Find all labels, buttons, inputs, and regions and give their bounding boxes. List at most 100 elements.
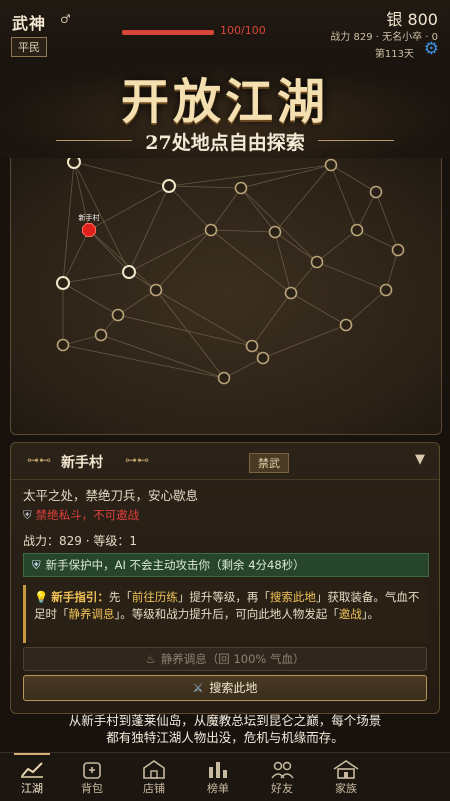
map-node[interactable] xyxy=(391,243,405,257)
gear-icon[interactable]: ⚙ xyxy=(424,41,439,58)
location-header[interactable]: ⊶⊷ 新手村 ⊶⊷ 禁武 ▼ xyxy=(11,443,439,480)
map-route xyxy=(210,229,276,233)
map-node[interactable] xyxy=(339,318,353,332)
map-node[interactable] xyxy=(350,223,364,237)
map-node[interactable] xyxy=(234,181,248,195)
newbie-tip-box: 💡 新手指引：先「前往历练」提升等级，再「搜索此地」获取装备。气血不足时「静养调息… xyxy=(23,585,428,643)
nav-label: 背包 xyxy=(81,782,103,795)
map-route xyxy=(262,324,347,359)
map-node[interactable] xyxy=(324,158,338,172)
search-button-label: 搜索此地 xyxy=(209,681,258,695)
friends-icon xyxy=(271,761,294,779)
location-rule: ⛨ 禁绝私斗，不可邀战 xyxy=(23,507,139,523)
nav-item-jianghu[interactable]: 江湖 xyxy=(0,753,64,801)
map-route xyxy=(274,164,332,233)
shield-icon: ⛨ xyxy=(32,558,41,572)
map-route xyxy=(210,187,242,231)
map-node[interactable] xyxy=(369,185,383,199)
hp-text: 100/100 xyxy=(220,24,266,37)
nav-label: 好友 xyxy=(271,782,293,795)
map-node[interactable] xyxy=(268,225,282,239)
map-route xyxy=(88,229,130,273)
nav-item-ranking[interactable]: 榜单 xyxy=(186,753,250,801)
map-node-label: 新手村 xyxy=(79,213,100,222)
map-node[interactable] xyxy=(284,286,298,300)
map-route xyxy=(330,164,377,193)
shop-icon xyxy=(143,760,165,779)
map-node[interactable] xyxy=(162,179,176,193)
map-node[interactable] xyxy=(67,158,81,169)
promo-line-1: 从新手村到蓬莱仙岛，从魔教总坛到昆仑之巅，每个场景 xyxy=(68,713,382,728)
map-route xyxy=(240,164,332,189)
nav-label: 江湖 xyxy=(21,782,43,795)
map-route xyxy=(168,164,332,187)
tip-highlight: 前往历练 xyxy=(131,590,178,604)
map-node-current[interactable] xyxy=(82,223,96,237)
map-node[interactable] xyxy=(217,371,231,385)
player-name: 武神 xyxy=(12,14,47,33)
clan-house-icon xyxy=(333,760,359,779)
promo-line-2: 都有独特江湖人物出没，危机与机缘而存。 xyxy=(106,730,344,745)
map-node[interactable] xyxy=(204,223,218,237)
nav-item-clan[interactable]: 家族 xyxy=(314,753,378,801)
hero-banner: 开放江湖 27处地点自由探索 xyxy=(0,62,450,158)
hp-bar-fill xyxy=(122,30,214,35)
map-route xyxy=(210,229,292,294)
map-node[interactable] xyxy=(245,339,259,353)
map-route xyxy=(62,271,130,284)
map-route xyxy=(345,289,387,326)
shield-icon: ⛨ xyxy=(23,508,32,522)
tip-highlight: 静养调息 xyxy=(68,607,115,621)
backpack-icon xyxy=(83,762,101,779)
ornament-left-icon: ⊶⊷ xyxy=(27,453,51,467)
location-description: 太平之处，禁绝刀兵，安心歇息 xyxy=(23,488,199,503)
tip-highlight: 搜索此地 xyxy=(269,590,316,604)
tip-text-part: 先「 xyxy=(108,590,132,604)
map-node[interactable] xyxy=(256,351,270,365)
search-location-button[interactable]: ⚔ 搜索此地 xyxy=(23,675,427,701)
map-route xyxy=(240,187,318,263)
tip-text-part: 」。 xyxy=(361,607,379,621)
meditate-icon: ♨ xyxy=(145,652,156,666)
crossed-swords-icon: ⚔ xyxy=(192,681,204,695)
world-map[interactable]: 新手村 xyxy=(10,158,442,435)
hp-bar xyxy=(122,30,214,35)
map-route xyxy=(274,231,292,294)
map-node[interactable] xyxy=(310,255,324,269)
nav-item-shop[interactable]: 店铺 xyxy=(122,753,186,801)
map-node[interactable] xyxy=(379,283,393,297)
tip-text-part: 」提升等级，再「 xyxy=(177,590,270,604)
map-route xyxy=(155,289,253,347)
map-canvas[interactable]: 新手村 xyxy=(11,158,441,434)
newbie-tip-text: 💡 新手指引：先「前往历练」提升等级，再「搜索此地」获取装备。气血不足时「静养调息… xyxy=(34,589,422,623)
tip-highlight: 邀战 xyxy=(338,607,362,621)
map-node[interactable] xyxy=(56,338,70,352)
hero-subtitle-wrap: 27处地点自由探索 xyxy=(0,128,450,154)
map-node[interactable] xyxy=(122,265,136,279)
promo-text: 从新手村到蓬莱仙岛，从魔教总坛到昆仑之巅，每个场景 都有独特江湖人物出没，危机与… xyxy=(0,712,450,746)
nav-item-friends[interactable]: 好友 xyxy=(250,753,314,801)
map-node[interactable] xyxy=(94,328,108,342)
nav-item-backpack[interactable]: 背包 xyxy=(60,753,124,801)
map-node[interactable] xyxy=(56,276,70,290)
ranking-icon xyxy=(209,762,227,778)
map-node[interactable] xyxy=(111,308,125,322)
map-route xyxy=(316,229,358,263)
map-node[interactable] xyxy=(149,283,163,297)
male-symbol-icon: ♂ xyxy=(60,12,71,26)
chevron-down-icon[interactable]: ▼ xyxy=(415,452,425,467)
map-route xyxy=(168,185,242,189)
rank-badge: 平民 xyxy=(11,37,47,57)
location-name: 新手村 xyxy=(61,455,103,471)
map-route xyxy=(88,229,157,291)
map-route xyxy=(128,185,170,273)
ornament-right-icon: ⊶⊷ xyxy=(125,453,149,467)
day-counter: 第113天 xyxy=(374,49,414,60)
divider-right xyxy=(318,140,394,141)
player-stats: 战力：829 · 等级：1 xyxy=(23,534,137,548)
silver-balance: 银 800 xyxy=(386,10,438,29)
map-route xyxy=(117,289,157,316)
map-route xyxy=(62,282,119,316)
rest-button[interactable]: ♨ 静养调息（回 100% 气血） xyxy=(23,647,427,671)
map-route xyxy=(290,292,347,326)
